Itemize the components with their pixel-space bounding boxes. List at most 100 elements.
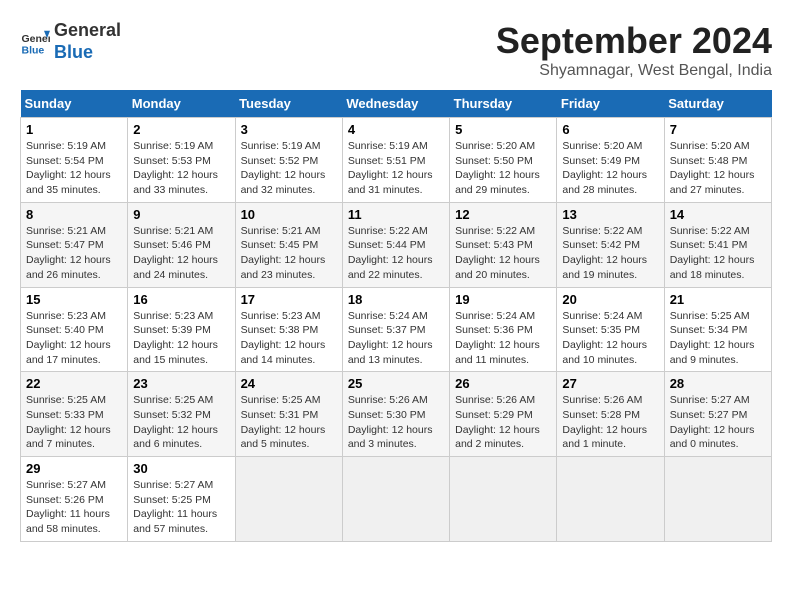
logo: General Blue General Blue xyxy=(20,20,121,63)
header-cell-monday: Monday xyxy=(128,90,235,118)
day-number: 27 xyxy=(562,376,658,391)
day-number: 7 xyxy=(670,122,766,137)
day-number: 16 xyxy=(133,292,229,307)
day-number: 3 xyxy=(241,122,337,137)
day-info: Sunrise: 5:24 AMSunset: 5:35 PMDaylight:… xyxy=(562,309,658,368)
day-cell-29: 29 Sunrise: 5:27 AMSunset: 5:26 PMDayligh… xyxy=(21,457,128,542)
day-cell-12: 12 Sunrise: 5:22 AMSunset: 5:43 PMDayligh… xyxy=(450,202,557,287)
day-number: 17 xyxy=(241,292,337,307)
header-cell-tuesday: Tuesday xyxy=(235,90,342,118)
day-info: Sunrise: 5:24 AMSunset: 5:37 PMDaylight:… xyxy=(348,309,444,368)
day-info: Sunrise: 5:19 AMSunset: 5:53 PMDaylight:… xyxy=(133,139,229,198)
day-info: Sunrise: 5:20 AMSunset: 5:49 PMDaylight:… xyxy=(562,139,658,198)
calendar-week-5: 29 Sunrise: 5:27 AMSunset: 5:26 PMDayligh… xyxy=(21,457,772,542)
day-number: 26 xyxy=(455,376,551,391)
location-title: Shyamnagar, West Bengal, India xyxy=(496,62,772,80)
day-number: 12 xyxy=(455,207,551,222)
day-cell-7: 7 Sunrise: 5:20 AMSunset: 5:48 PMDaylight… xyxy=(664,118,771,203)
day-number: 18 xyxy=(348,292,444,307)
day-info: Sunrise: 5:19 AMSunset: 5:54 PMDaylight:… xyxy=(26,139,122,198)
day-number: 1 xyxy=(26,122,122,137)
calendar-table: SundayMondayTuesdayWednesdayThursdayFrid… xyxy=(20,90,772,542)
day-cell-17: 17 Sunrise: 5:23 AMSunset: 5:38 PMDayligh… xyxy=(235,287,342,372)
day-cell-20: 20 Sunrise: 5:24 AMSunset: 5:35 PMDayligh… xyxy=(557,287,664,372)
day-number: 19 xyxy=(455,292,551,307)
header-row: SundayMondayTuesdayWednesdayThursdayFrid… xyxy=(21,90,772,118)
day-info: Sunrise: 5:25 AMSunset: 5:31 PMDaylight:… xyxy=(241,393,337,452)
day-number: 21 xyxy=(670,292,766,307)
calendar-week-2: 8 Sunrise: 5:21 AMSunset: 5:47 PMDaylight… xyxy=(21,202,772,287)
day-cell-3: 3Sunrise: 5:19 AMSunset: 5:52 PMDaylight… xyxy=(235,118,342,203)
day-cell-30: 30 Sunrise: 5:27 AMSunset: 5:25 PMDayligh… xyxy=(128,457,235,542)
day-number: 24 xyxy=(241,376,337,391)
day-info: Sunrise: 5:25 AMSunset: 5:32 PMDaylight:… xyxy=(133,393,229,452)
day-cell-27: 27 Sunrise: 5:26 AMSunset: 5:28 PMDayligh… xyxy=(557,372,664,457)
header-cell-friday: Friday xyxy=(557,90,664,118)
month-title: September 2024 xyxy=(496,20,772,62)
day-cell-8: 8 Sunrise: 5:21 AMSunset: 5:47 PMDaylight… xyxy=(21,202,128,287)
day-cell-16: 16Sunrise: 5:23 AMSunset: 5:39 PMDayligh… xyxy=(128,287,235,372)
day-cell-9: 9 Sunrise: 5:21 AMSunset: 5:46 PMDaylight… xyxy=(128,202,235,287)
day-number: 2 xyxy=(133,122,229,137)
day-cell-26: 26 Sunrise: 5:26 AMSunset: 5:29 PMDayligh… xyxy=(450,372,557,457)
day-info: Sunrise: 5:25 AMSunset: 5:34 PMDaylight:… xyxy=(670,309,766,368)
page-header: General Blue General Blue September 2024… xyxy=(20,20,772,80)
day-cell-1: 1 Sunrise: 5:19 AMSunset: 5:54 PMDaylight… xyxy=(21,118,128,203)
day-cell-5: 5Sunrise: 5:20 AMSunset: 5:50 PMDaylight… xyxy=(450,118,557,203)
logo-icon: General Blue xyxy=(20,27,50,57)
day-number: 15 xyxy=(26,292,122,307)
day-info: Sunrise: 5:19 AMSunset: 5:51 PMDaylight:… xyxy=(348,139,444,198)
day-cell-10: 10Sunrise: 5:21 AMSunset: 5:45 PMDayligh… xyxy=(235,202,342,287)
day-number: 11 xyxy=(348,207,444,222)
day-info: Sunrise: 5:26 AMSunset: 5:29 PMDaylight:… xyxy=(455,393,551,452)
day-cell-28: 28 Sunrise: 5:27 AMSunset: 5:27 PMDayligh… xyxy=(664,372,771,457)
day-info: Sunrise: 5:27 AMSunset: 5:27 PMDaylight:… xyxy=(670,393,766,452)
day-cell-2: 2 Sunrise: 5:19 AMSunset: 5:53 PMDaylight… xyxy=(128,118,235,203)
day-info: Sunrise: 5:23 AMSunset: 5:38 PMDaylight:… xyxy=(241,309,337,368)
day-number: 8 xyxy=(26,207,122,222)
day-info: Sunrise: 5:22 AMSunset: 5:41 PMDaylight:… xyxy=(670,224,766,283)
day-info: Sunrise: 5:20 AMSunset: 5:48 PMDaylight:… xyxy=(670,139,766,198)
day-number: 25 xyxy=(348,376,444,391)
day-number: 29 xyxy=(26,461,122,476)
day-info: Sunrise: 5:21 AMSunset: 5:47 PMDaylight:… xyxy=(26,224,122,283)
day-cell-4: 4Sunrise: 5:19 AMSunset: 5:51 PMDaylight… xyxy=(342,118,449,203)
day-cell-13: 13Sunrise: 5:22 AMSunset: 5:42 PMDayligh… xyxy=(557,202,664,287)
day-number: 28 xyxy=(670,376,766,391)
day-info: Sunrise: 5:20 AMSunset: 5:50 PMDaylight:… xyxy=(455,139,551,198)
empty-cell xyxy=(664,457,771,542)
svg-text:Blue: Blue xyxy=(22,44,45,56)
day-info: Sunrise: 5:23 AMSunset: 5:40 PMDaylight:… xyxy=(26,309,122,368)
header-cell-saturday: Saturday xyxy=(664,90,771,118)
day-cell-14: 14 Sunrise: 5:22 AMSunset: 5:41 PMDayligh… xyxy=(664,202,771,287)
header-cell-sunday: Sunday xyxy=(21,90,128,118)
day-info: Sunrise: 5:26 AMSunset: 5:28 PMDaylight:… xyxy=(562,393,658,452)
day-cell-6: 6Sunrise: 5:20 AMSunset: 5:49 PMDaylight… xyxy=(557,118,664,203)
day-cell-24: 24 Sunrise: 5:25 AMSunset: 5:31 PMDayligh… xyxy=(235,372,342,457)
day-number: 20 xyxy=(562,292,658,307)
day-info: Sunrise: 5:27 AMSunset: 5:26 PMDaylight:… xyxy=(26,478,122,537)
day-info: Sunrise: 5:25 AMSunset: 5:33 PMDaylight:… xyxy=(26,393,122,452)
day-number: 10 xyxy=(241,207,337,222)
day-number: 22 xyxy=(26,376,122,391)
day-info: Sunrise: 5:21 AMSunset: 5:46 PMDaylight:… xyxy=(133,224,229,283)
day-cell-11: 11Sunrise: 5:22 AMSunset: 5:44 PMDayligh… xyxy=(342,202,449,287)
day-cell-18: 18 Sunrise: 5:24 AMSunset: 5:37 PMDayligh… xyxy=(342,287,449,372)
day-number: 23 xyxy=(133,376,229,391)
day-info: Sunrise: 5:26 AMSunset: 5:30 PMDaylight:… xyxy=(348,393,444,452)
day-info: Sunrise: 5:22 AMSunset: 5:43 PMDaylight:… xyxy=(455,224,551,283)
calendar-week-3: 15 Sunrise: 5:23 AMSunset: 5:40 PMDayligh… xyxy=(21,287,772,372)
day-number: 9 xyxy=(133,207,229,222)
day-number: 14 xyxy=(670,207,766,222)
title-area: September 2024 Shyamnagar, West Bengal, … xyxy=(496,20,772,80)
calendar-week-4: 22 Sunrise: 5:25 AMSunset: 5:33 PMDayligh… xyxy=(21,372,772,457)
day-cell-25: 25 Sunrise: 5:26 AMSunset: 5:30 PMDayligh… xyxy=(342,372,449,457)
day-cell-15: 15 Sunrise: 5:23 AMSunset: 5:40 PMDayligh… xyxy=(21,287,128,372)
day-cell-22: 22 Sunrise: 5:25 AMSunset: 5:33 PMDayligh… xyxy=(21,372,128,457)
empty-cell xyxy=(450,457,557,542)
day-info: Sunrise: 5:27 AMSunset: 5:25 PMDaylight:… xyxy=(133,478,229,537)
day-number: 30 xyxy=(133,461,229,476)
logo-text: General Blue xyxy=(54,20,121,63)
header-cell-thursday: Thursday xyxy=(450,90,557,118)
day-info: Sunrise: 5:24 AMSunset: 5:36 PMDaylight:… xyxy=(455,309,551,368)
